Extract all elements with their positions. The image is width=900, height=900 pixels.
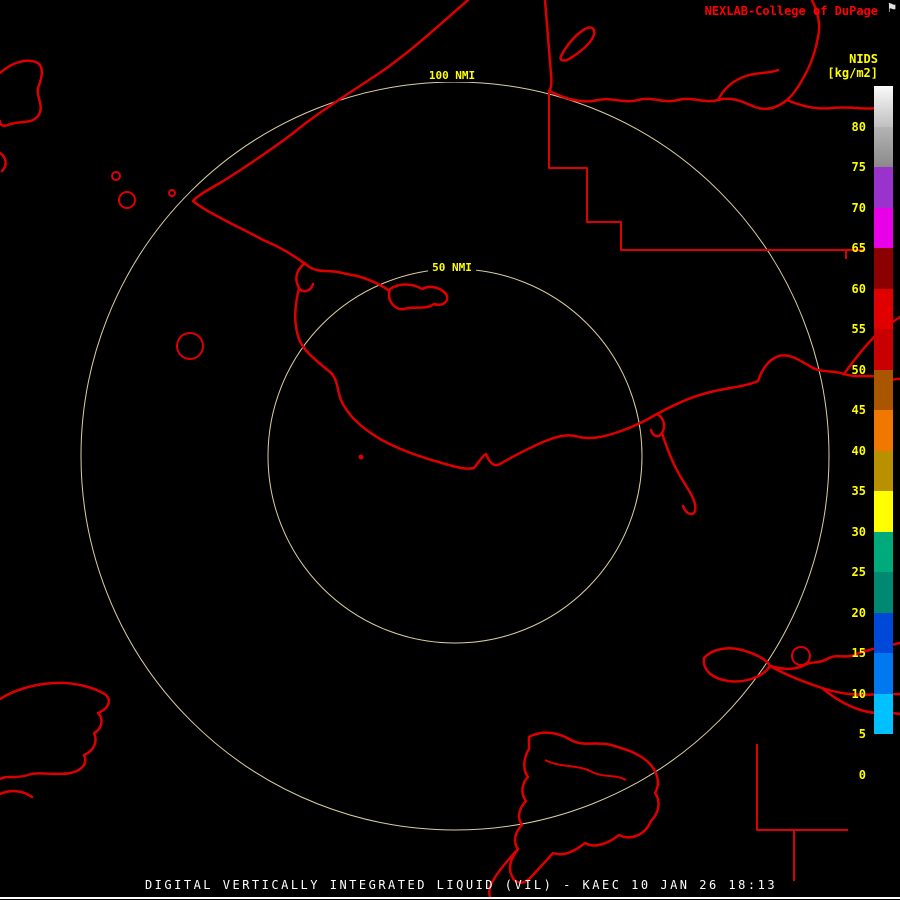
colorbar-ticks: 80 75 70 65 60 55 50 45 40 35 30 25 20 15 10 5 0 (818, 86, 866, 786)
colorbar (874, 86, 893, 775)
islet-outline (791, 646, 811, 666)
colorbar-segment-40-45 (874, 410, 893, 451)
coastline-path (544, 759, 627, 781)
island-outline (0, 59, 44, 128)
range-ring-100nmi (80, 81, 830, 831)
colorbar-tick-80: 80 (851, 119, 866, 134)
range-rings (80, 81, 830, 831)
brand-text: NEXLAB-College of DuPage (704, 4, 878, 18)
colorbar-segment-5-10 (874, 693, 893, 734)
colorbar-tick-10: 10 (851, 686, 866, 701)
coastline-path (191, 199, 359, 278)
colorbar-segment-15-20 (874, 612, 893, 653)
colorbar-segment-75-80 (874, 126, 893, 167)
radar-map (0, 0, 900, 899)
colorbar-segment-80-85 (874, 86, 893, 127)
colorbar-tick-40: 40 (851, 443, 866, 458)
radar-display: 100 NMI 50 NMI NEXLAB-College of DuPage … (0, 0, 900, 900)
colorbar-segment-65-70 (874, 207, 893, 248)
coastline-path (0, 789, 34, 799)
islet-outline (176, 332, 204, 360)
colorbar-tick-0: 0 (858, 767, 866, 782)
colorbar-tick-15: 15 (851, 646, 866, 660)
colorbar-segment-10-15 (874, 653, 893, 694)
colorbar-tick-65: 65 (851, 241, 866, 255)
legend-units: [kg/m2] (827, 66, 878, 80)
coastline-path (0, 151, 7, 173)
colorbar-segment-60-65 (874, 248, 893, 289)
island-outline (702, 647, 772, 683)
islet-outline (168, 189, 176, 197)
colorbar-segment-70-75 (874, 167, 893, 208)
colorbar-segment-45-50 (874, 369, 893, 410)
colorbar-tick-20: 20 (851, 605, 866, 620)
colorbar-tick-45: 45 (851, 403, 866, 417)
colorbar-segment-50-55 (874, 329, 893, 370)
range-ring-50nmi (267, 268, 643, 644)
border-path (548, 91, 864, 259)
river-path (559, 26, 596, 62)
island-outline (0, 681, 110, 781)
island-outline (508, 731, 660, 884)
political-borders (548, 91, 864, 881)
colorbar-tick-55: 55 (851, 322, 866, 336)
colorbar-segment-20-25 (874, 572, 893, 613)
coastline-path (294, 286, 659, 470)
footer-line (0, 897, 900, 899)
colorbar-tick-70: 70 (851, 200, 866, 215)
colorbar-segment-55-60 (874, 288, 893, 329)
colorbar-tick-5: 5 (858, 727, 866, 741)
coastline-path (191, 0, 470, 203)
range-ring-label-100nmi: 100 NMI (424, 69, 480, 82)
colorbar-tick-60: 60 (851, 281, 866, 296)
river-path (660, 431, 697, 516)
colorbar-segment-35-40 (874, 450, 893, 491)
product-caption: DIGITAL VERTICALLY INTEGRATED LIQUID (VI… (144, 878, 778, 892)
range-ring-label-50nmi: 50 NMI (428, 261, 476, 274)
islet-outline (111, 171, 121, 181)
coastlines (0, 0, 900, 899)
colorbar-segment-30-35 (874, 491, 893, 532)
legend-title: NIDS (849, 52, 878, 66)
lake-outline (387, 283, 449, 311)
colorbar-tick-35: 35 (851, 484, 866, 498)
colorbar-tick-50: 50 (851, 362, 866, 377)
islet-outline (118, 191, 136, 209)
river-path (543, 0, 553, 93)
colorbar-tick-30: 30 (851, 524, 866, 539)
islet-dot (358, 454, 364, 460)
colorbar-segment-0-5 (874, 734, 893, 775)
river-path (716, 68, 780, 102)
colorbar-tick-25: 25 (851, 565, 866, 579)
colorbar-tick-75: 75 (851, 160, 866, 174)
colorbar-segment-25-30 (874, 531, 893, 572)
flag-icon: ⚑ (887, 0, 896, 16)
